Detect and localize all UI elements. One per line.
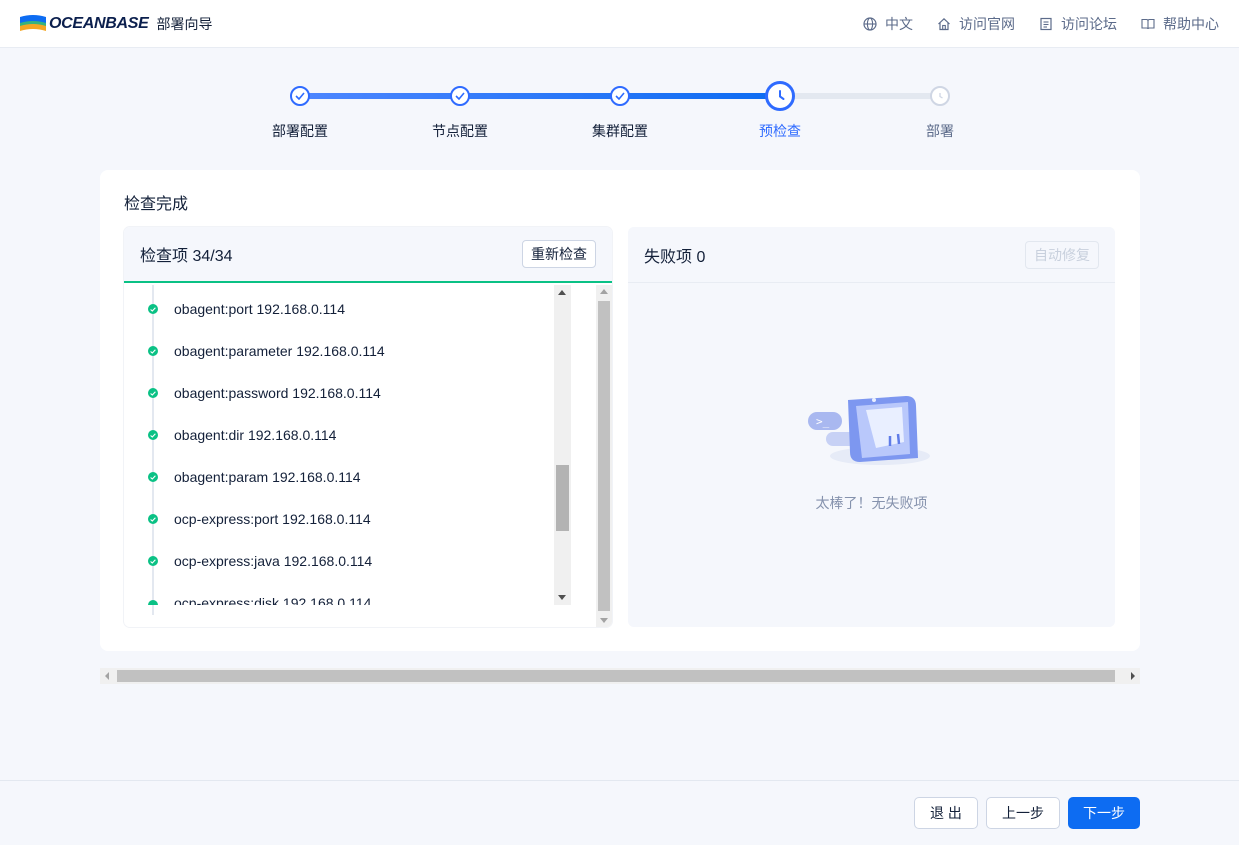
success-dot-icon bbox=[148, 514, 158, 524]
list-item: ocp-express:java 192.168.0.114 bbox=[148, 551, 372, 571]
success-dot-icon bbox=[148, 304, 158, 314]
book-icon bbox=[1141, 18, 1155, 30]
list-item: obagent:param 192.168.0.114 bbox=[148, 467, 361, 487]
failures-title: 失败项 0 bbox=[644, 248, 706, 266]
outer-list-scrollbar[interactable] bbox=[596, 285, 612, 627]
nav-official-site[interactable]: 访问官网 bbox=[937, 14, 1015, 34]
failures-panel: 失败项 0 自动修复 >_ 太棒了！无失败项 bbox=[628, 227, 1115, 627]
nav-forum-label: 访问论坛 bbox=[1061, 16, 1117, 32]
list-item: obagent:password 192.168.0.114 bbox=[148, 383, 381, 403]
check-item-text: ocp-express:disk 192.168.0.114 bbox=[174, 595, 372, 605]
inner-scroll-thumb[interactable] bbox=[556, 465, 569, 531]
success-dot-icon bbox=[148, 388, 158, 398]
empty-state-text: 太棒了！无失败项 bbox=[815, 495, 928, 511]
scroll-left-arrow-icon[interactable] bbox=[105, 672, 109, 680]
empty-result-illustration-icon: >_ bbox=[808, 396, 930, 465]
precheck-card: 检查完成 检查项 34/34 重新检查 obagent:port 192.168… bbox=[100, 170, 1140, 651]
check-item-text: ocp-express:java 192.168.0.114 bbox=[174, 553, 373, 569]
nav-language[interactable]: 中文 bbox=[863, 14, 913, 34]
app-subtitle: 部署向导 bbox=[156, 16, 213, 32]
steps-progress-bar bbox=[300, 93, 780, 99]
scroll-down-arrow-icon[interactable] bbox=[558, 595, 566, 600]
step-5-clock-icon bbox=[930, 86, 950, 106]
page-horizontal-scrollbar[interactable] bbox=[100, 668, 1140, 684]
auto-fix-button[interactable]: 自动修复 bbox=[1025, 240, 1099, 269]
list-item: obagent:parameter 192.168.0.114 bbox=[148, 341, 385, 361]
forum-icon bbox=[1040, 17, 1052, 31]
check-items-title: 检查项 34/34 bbox=[140, 248, 233, 265]
footer-bar: 退 出 上一步 下一步 bbox=[0, 780, 1239, 845]
list-item: ocp-express:port 192.168.0.114 bbox=[148, 509, 371, 529]
top-header: OCEANBASE 部署向导 中文 访问官网 访问论坛 帮助中心 bbox=[0, 0, 1239, 48]
step-1-check-icon bbox=[290, 86, 310, 106]
svg-text:>_: >_ bbox=[816, 415, 830, 428]
nav-language-label: 中文 bbox=[885, 16, 913, 32]
check-items-panel: 检查项 34/34 重新检查 obagent:port 192.168.0.11… bbox=[124, 227, 612, 627]
step-3-check-icon bbox=[610, 86, 630, 106]
step-label-deploy: 部署 bbox=[926, 123, 954, 139]
nav-forum[interactable]: 访问论坛 bbox=[1039, 14, 1117, 34]
exit-button[interactable]: 退 出 bbox=[914, 797, 978, 829]
card-title: 检查完成 bbox=[124, 196, 189, 213]
step-label-deploy-config: 部署配置 bbox=[272, 123, 328, 139]
step-label-precheck: 预检查 bbox=[759, 123, 801, 139]
steps-remaining-bar bbox=[780, 93, 940, 99]
nav-help-center-label: 帮助中心 bbox=[1163, 16, 1219, 32]
success-dot-icon bbox=[148, 600, 158, 605]
step-4-clock-icon bbox=[765, 81, 795, 111]
brand-name: OCEANBASE bbox=[49, 15, 149, 32]
nav-help-center[interactable]: 帮助中心 bbox=[1141, 14, 1219, 34]
check-item-text: obagent:password 192.168.0.114 bbox=[174, 385, 381, 401]
list-item: obagent:dir 192.168.0.114 bbox=[148, 425, 336, 445]
horizontal-scroll-thumb[interactable] bbox=[117, 670, 1115, 682]
check-items-header: 检查项 34/34 重新检查 bbox=[124, 227, 612, 283]
next-step-button[interactable]: 下一步 bbox=[1068, 797, 1140, 829]
list-item: obagent:port 192.168.0.114 bbox=[148, 299, 345, 319]
check-items-list[interactable]: obagent:port 192.168.0.114 obagent:param… bbox=[124, 285, 612, 627]
step-label-node-config: 节点配置 bbox=[432, 123, 488, 139]
scroll-up-arrow-icon[interactable] bbox=[558, 290, 566, 295]
check-item-text: obagent:param 192.168.0.114 bbox=[174, 469, 361, 485]
scroll-up-arrow-icon[interactable] bbox=[600, 289, 608, 294]
scroll-right-arrow-icon[interactable] bbox=[1131, 672, 1135, 680]
success-dot-icon bbox=[148, 472, 158, 482]
progress-steps: 部署配置 节点配置 集群配置 预检查 部署 bbox=[0, 78, 1239, 148]
check-item-text: ocp-express:port 192.168.0.114 bbox=[174, 511, 371, 527]
check-item-text: obagent:port 192.168.0.114 bbox=[174, 301, 346, 317]
step-label-cluster-config: 集群配置 bbox=[592, 123, 648, 139]
scroll-down-arrow-icon[interactable] bbox=[600, 618, 608, 623]
success-dot-icon bbox=[148, 430, 158, 440]
outer-scroll-thumb[interactable] bbox=[598, 301, 610, 611]
globe-icon bbox=[863, 17, 877, 31]
header-nav: 中文 访问官网 访问论坛 帮助中心 bbox=[839, 0, 1219, 48]
step-2-check-icon bbox=[450, 86, 470, 106]
success-dot-icon bbox=[148, 346, 158, 356]
previous-step-button[interactable]: 上一步 bbox=[986, 797, 1060, 829]
recheck-button[interactable]: 重新检查 bbox=[522, 240, 596, 268]
check-item-text: obagent:parameter 192.168.0.114 bbox=[174, 343, 385, 359]
nav-official-site-label: 访问官网 bbox=[959, 16, 1015, 32]
failures-header: 失败项 0 自动修复 bbox=[628, 227, 1115, 283]
oceanbase-logo-icon bbox=[20, 15, 46, 31]
list-item: ocp-express:disk 192.168.0.114 bbox=[148, 593, 371, 605]
inner-list-scrollbar[interactable] bbox=[554, 285, 571, 605]
check-item-text: obagent:dir 192.168.0.114 bbox=[174, 427, 337, 443]
brand-logo: OCEANBASE 部署向导 bbox=[20, 14, 213, 34]
success-dot-icon bbox=[148, 556, 158, 566]
home-icon bbox=[938, 17, 950, 31]
